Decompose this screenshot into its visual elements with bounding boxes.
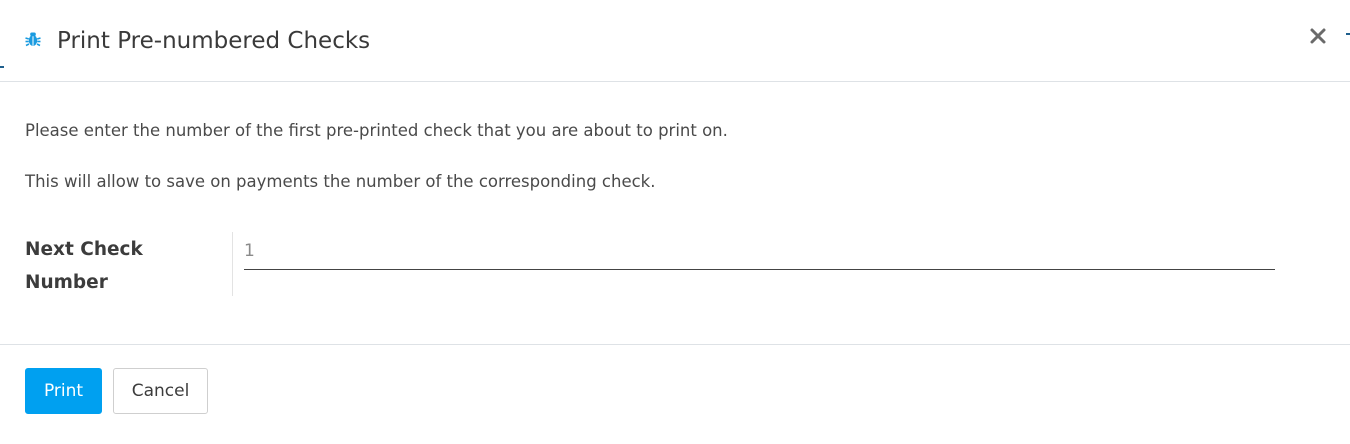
print-checks-dialog: Print Pre-numbered Checks Please enter t… <box>0 0 1350 444</box>
dialog-header: Print Pre-numbered Checks <box>0 0 1350 82</box>
instruction-text: Please enter the number of the first pre… <box>25 121 728 140</box>
close-icon[interactable] <box>1308 26 1328 46</box>
field-divider <box>232 232 233 296</box>
bug-icon <box>25 32 41 47</box>
dialog-title: Print Pre-numbered Checks <box>57 28 371 54</box>
dialog-body: Please enter the number of the first pre… <box>0 82 1350 344</box>
cancel-button[interactable]: Cancel <box>113 368 208 414</box>
next-check-number-input[interactable] <box>244 232 1275 270</box>
dialog-footer: Print Cancel <box>0 344 1350 444</box>
print-button[interactable]: Print <box>25 368 102 414</box>
next-check-number-label: Next Check Number <box>25 239 143 293</box>
info-text: This will allow to save on payments the … <box>25 172 656 191</box>
